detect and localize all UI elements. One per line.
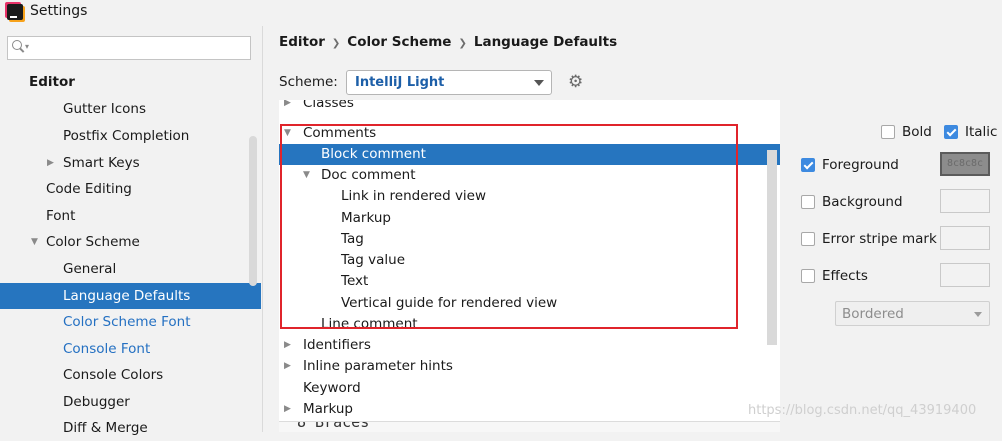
annotation-highlight-box: [280, 124, 738, 329]
error-stripe-checkbox[interactable]: [801, 232, 815, 246]
breadcrumb-separator-icon: ❯: [458, 38, 467, 49]
code-preview-text: 8 Braces: [297, 421, 370, 431]
scheme-value: IntelliJ Light: [355, 75, 445, 90]
error-stripe-color-swatch[interactable]: [940, 226, 990, 250]
sidebar-item-general[interactable]: General: [0, 256, 261, 282]
search-icon: [12, 40, 22, 50]
foreground-color-swatch[interactable]: 8c8c8c: [940, 152, 990, 176]
effects-color-swatch[interactable]: [940, 263, 990, 287]
breadcrumb-item: Editor: [279, 34, 325, 50]
chevron-down-icon: [974, 312, 982, 317]
tree-item-inline-parameter-hints[interactable]: ▶ Inline parameter hints: [279, 356, 780, 377]
bold-label: Bold: [902, 124, 932, 140]
sidebar-item-label: Color Scheme Font: [63, 314, 191, 330]
search-options-chevron-icon[interactable]: ▾: [25, 42, 29, 51]
tree-item-classes[interactable]: ▶ Classes: [279, 100, 780, 114]
sidebar-item-gutter-icons[interactable]: Gutter Icons: [0, 96, 261, 122]
sidebar-item-label: Code Editing: [46, 181, 132, 197]
settings-search-input[interactable]: ▾: [7, 36, 251, 60]
sidebar-item-console-font[interactable]: Console Font: [0, 336, 261, 362]
italic-label: Italic: [965, 124, 998, 140]
gear-icon[interactable]: ⚙: [568, 74, 583, 91]
effects-style-dropdown[interactable]: Bordered: [835, 301, 990, 326]
tree-item-markup-group[interactable]: ▶ Markup: [279, 399, 780, 420]
sidebar-item-label: Editor: [29, 74, 75, 90]
sidebar-item-label: Gutter Icons: [63, 101, 147, 117]
expand-arrow-icon[interactable]: ▶: [284, 399, 291, 420]
sidebar-item-label: Language Defaults: [63, 288, 191, 304]
sidebar-item-font[interactable]: Font: [0, 203, 261, 229]
sidebar-item-code-editing[interactable]: Code Editing: [0, 176, 261, 202]
tree-item-label: Identifiers: [303, 337, 371, 353]
sidebar-item-editor[interactable]: Editor: [0, 69, 261, 95]
expand-arrow-icon[interactable]: ▶: [47, 150, 54, 176]
bold-checkbox[interactable]: [881, 125, 895, 139]
background-color-swatch[interactable]: [940, 189, 990, 213]
title-bar: Settings: [0, 0, 1002, 26]
scheme-dropdown[interactable]: IntelliJ Light: [346, 70, 552, 95]
scheme-label: Scheme:: [279, 74, 338, 90]
sidebar-item-language-defaults[interactable]: Language Defaults: [0, 283, 261, 309]
sidebar-item-debugger[interactable]: Debugger: [0, 389, 261, 415]
effects-label: Effects: [822, 268, 868, 284]
tree-item-keyword[interactable]: Keyword: [279, 378, 780, 399]
sidebar-item-color-scheme[interactable]: ▼ Color Scheme: [0, 229, 261, 255]
expand-arrow-icon[interactable]: ▶: [284, 356, 291, 377]
tree-item-label: Classes: [303, 100, 354, 111]
intellij-logo-icon: [7, 4, 23, 20]
sidebar-item-diff-merge[interactable]: Diff & Merge: [0, 415, 261, 441]
tree-item-label: Inline parameter hints: [303, 358, 453, 374]
sidebar-scrollbar[interactable]: [249, 136, 257, 286]
code-preview-pane[interactable]: 8 Braces: [279, 421, 780, 432]
sidebar-item-label: Postfix Completion: [63, 128, 190, 144]
sidebar-item-label: Debugger: [63, 394, 130, 410]
sidebar-item-label: Console Font: [63, 341, 151, 357]
sidebar-item-label: Console Colors: [63, 367, 164, 383]
foreground-checkbox[interactable]: [801, 158, 815, 172]
watermark-text: https://blog.csdn.net/qq_43919400: [748, 403, 977, 418]
sidebar-item-postfix-completion[interactable]: Postfix Completion: [0, 123, 261, 149]
chevron-down-icon: [534, 80, 544, 86]
sidebar-item-smart-keys[interactable]: ▶ Smart Keys: [0, 150, 261, 176]
sidebar-item-label: Font: [46, 208, 76, 224]
error-stripe-label: Error stripe mark: [822, 231, 937, 247]
expand-arrow-icon[interactable]: ▶: [284, 335, 291, 356]
sidebar-item-label: Diff & Merge: [63, 420, 148, 436]
breadcrumb-separator-icon: ❯: [331, 38, 341, 49]
sidebar-item-color-scheme-font[interactable]: Color Scheme Font: [0, 309, 261, 335]
collapse-arrow-icon[interactable]: ▼: [31, 229, 38, 255]
breadcrumb-item: Language Defaults: [473, 34, 618, 50]
sidebar-item-label: General: [63, 261, 117, 277]
window-title: Settings: [30, 3, 88, 19]
tree-item-identifiers[interactable]: ▶ Identifiers: [279, 335, 780, 356]
effects-checkbox[interactable]: [801, 269, 815, 283]
breadcrumb: Editor ❯ Color Scheme ❯ Language Defaults: [279, 34, 617, 50]
tree-scrollbar[interactable]: [767, 150, 777, 345]
background-checkbox[interactable]: [801, 195, 815, 209]
background-label: Background: [822, 194, 903, 210]
sidebar-item-console-colors[interactable]: Console Colors: [0, 362, 261, 388]
sidebar-item-label: Color Scheme: [46, 234, 140, 250]
settings-sidebar: ▾ Editor Gutter Icons Postfix Completion…: [0, 26, 263, 436]
tree-item-label: Keyword: [303, 380, 361, 396]
foreground-label: Foreground: [822, 157, 899, 173]
effects-style-value: Bordered: [842, 306, 904, 322]
sidebar-item-label: Smart Keys: [63, 155, 140, 171]
expand-arrow-icon[interactable]: ▶: [284, 100, 291, 114]
tree-item-label: Markup: [303, 401, 353, 417]
italic-checkbox[interactable]: [944, 125, 958, 139]
breadcrumb-item: Color Scheme: [347, 34, 452, 50]
